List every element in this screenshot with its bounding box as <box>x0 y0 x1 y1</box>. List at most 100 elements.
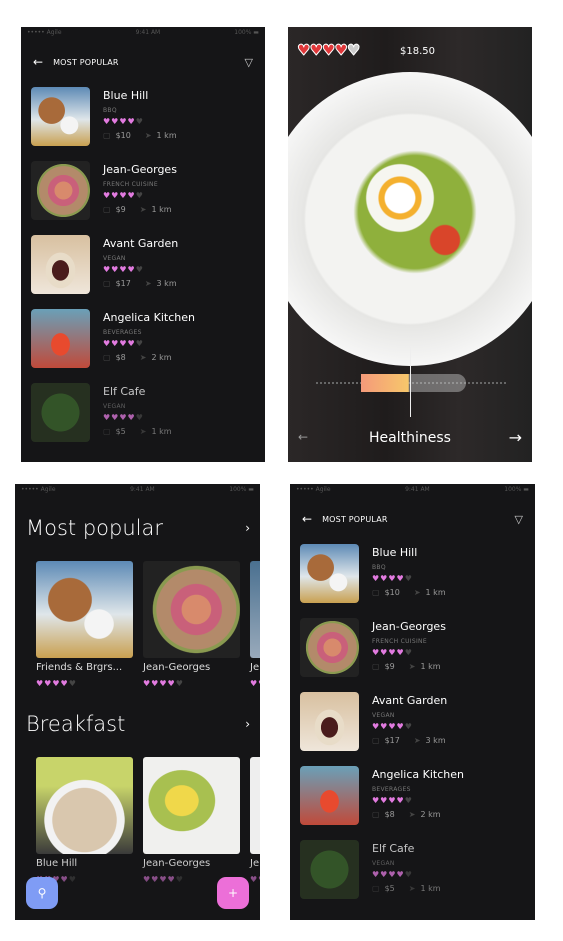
section-chevron-icon[interactable]: › <box>245 717 250 731</box>
rating-hearts: ♥♥♥♥♥ <box>103 339 144 348</box>
section-title: Most popular <box>26 516 163 540</box>
heart-filled-icon: ♥ <box>119 339 128 348</box>
status-bar: ••••• Agile 9:41 AM 100% ▬ <box>21 486 254 496</box>
heart-filled-icon: ♥ <box>250 679 259 688</box>
heart-filled-icon: ♥ <box>127 191 136 200</box>
section-chevron-icon[interactable]: › <box>245 521 250 535</box>
restaurant-thumbnail <box>300 766 359 825</box>
rating-hearts: ♥♥♥♥♥ <box>372 796 413 805</box>
clock: 9:41 AM <box>130 486 155 493</box>
list-item[interactable]: Elf Cafe VEGAN ♥♥♥♥♥ ▢ $5 ➤ 1 km <box>300 840 525 906</box>
heart-filled-icon: ♥ <box>119 413 128 422</box>
wallet-icon: ▢ <box>103 131 111 140</box>
rating-hearts: ♥♥♥♥♥ <box>143 679 184 688</box>
heart-filled-icon: ♥ <box>388 870 397 879</box>
wallet-icon: ▢ <box>103 427 111 436</box>
list-item[interactable]: Avant Garden VEGAN ♥♥♥♥♥ ▢ $17 ➤ 3 km <box>31 235 255 301</box>
heart-filled-icon: ♥ <box>143 679 152 688</box>
heart-filled-icon: ♥ <box>372 796 381 805</box>
wallet-icon: ▢ <box>103 205 111 214</box>
rating-hearts[interactable]: ♥♥♥♥♥ <box>296 41 360 60</box>
restaurant-name: Blue Hill <box>103 89 149 102</box>
price: ▢ $5 <box>372 884 395 893</box>
add-button[interactable]: + <box>217 877 249 909</box>
heart-filled-icon: ♥ <box>127 413 136 422</box>
distance: ➤ 2 km <box>408 810 441 819</box>
heart-empty-icon: ♥ <box>135 413 144 422</box>
price: ▢ $9 <box>103 205 126 214</box>
heart-empty-icon: ♥ <box>135 339 144 348</box>
meta-row: ▢ $17 ➤ 3 km <box>103 279 177 288</box>
heart-filled-icon: ♥ <box>119 191 128 200</box>
battery: 100% ▬ <box>504 486 529 493</box>
restaurant-thumbnail <box>31 309 90 368</box>
restaurant-category: BBQ <box>103 107 117 114</box>
heart-filled-icon: ♥ <box>396 796 405 805</box>
list-item[interactable]: Angelica Kitchen BEVERAGES ♥♥♥♥♥ ▢ $8 ➤ 2 km <box>31 309 255 375</box>
location-arrow-icon: ➤ <box>413 736 421 745</box>
page-title: MOST POPULAR <box>322 514 388 524</box>
slider-handle[interactable] <box>410 347 411 417</box>
restaurant-category: VEGAN <box>103 403 126 410</box>
heart-filled-icon: ♥ <box>159 679 168 688</box>
location-arrow-icon: ➤ <box>413 588 421 597</box>
heart-empty-icon: ♥ <box>135 265 144 274</box>
header: ← MOST POPULAR ▽ <box>302 511 523 527</box>
clock: 9:41 AM <box>405 486 430 493</box>
rating-hearts: ♥♥♥♥♥ <box>372 870 413 879</box>
list-item[interactable]: Elf Cafe VEGAN ♥♥♥♥♥ ▢ $5 ➤ 1 km <box>31 383 255 449</box>
restaurant-category: FRENCH CUISINE <box>103 181 158 188</box>
list-item[interactable]: Jean-Georges FRENCH CUISINE ♥♥♥♥♥ ▢ $9 ➤ 1 km <box>300 618 525 684</box>
heart-filled-icon: ♥ <box>396 574 405 583</box>
restaurant-category: BBQ <box>372 564 386 571</box>
distance: ➤ 2 km <box>139 353 172 362</box>
page-title: MOST POPULAR <box>53 57 119 67</box>
next-arrow-icon[interactable]: → <box>509 428 522 447</box>
heart-empty-icon: ♥ <box>404 870 413 879</box>
heart-empty-icon: ♥ <box>404 574 413 583</box>
list-item[interactable]: Jean-Georges FRENCH CUISINE ♥♥♥♥♥ ▢ $9 ➤ 1 km <box>31 161 255 227</box>
restaurant-category: VEGAN <box>372 860 395 867</box>
list-screen-2: ••••• Agile 9:41 AM 100% ▬ ← MOST POPULAR ▽ Bl… <box>290 484 535 920</box>
distance: ➤ 3 km <box>413 736 446 745</box>
heart-filled-icon: ♥ <box>372 870 381 879</box>
distance: ➤ 1 km <box>408 662 441 671</box>
location-arrow-icon: ➤ <box>408 810 416 819</box>
heart-filled-icon: ♥ <box>167 679 176 688</box>
search-button[interactable]: ⚲ <box>26 877 58 909</box>
back-arrow-icon[interactable]: ← <box>33 55 43 69</box>
heart-filled-icon: ♥ <box>119 265 128 274</box>
restaurant-name: Elf Cafe <box>372 842 415 855</box>
card-image <box>36 757 133 854</box>
card-image <box>143 757 240 854</box>
distance: ➤ 1 km <box>139 205 172 214</box>
list-item[interactable]: Angelica Kitchen BEVERAGES ♥♥♥♥♥ ▢ $8 ➤ 2 km <box>300 766 525 832</box>
heart-empty-icon: ♥ <box>135 191 144 200</box>
heart-filled-icon: ♥ <box>296 41 311 60</box>
food <box>340 142 490 282</box>
restaurant-name: Blue Hill <box>372 546 418 559</box>
heart-filled-icon: ♥ <box>388 574 397 583</box>
distance: ➤ 1 km <box>413 588 446 597</box>
list-item[interactable]: Avant Garden VEGAN ♥♥♥♥♥ ▢ $17 ➤ 3 km <box>300 692 525 758</box>
rating-hearts: ♥♥♥♥♥ <box>372 648 413 657</box>
rating-hearts: ♥♥♥♥♥ <box>103 413 144 422</box>
heart-filled-icon: ♥ <box>396 722 405 731</box>
card-image <box>143 561 240 658</box>
restaurant-category: BEVERAGES <box>103 329 142 336</box>
back-arrow-icon[interactable]: ← <box>302 512 312 526</box>
heart-filled-icon: ♥ <box>119 117 128 126</box>
wallet-icon: ▢ <box>372 884 380 893</box>
list-item[interactable]: Blue Hill BBQ ♥♥♥♥♥ ▢ $10 ➤ 1 km <box>300 544 525 610</box>
restaurant-name: Avant Garden <box>372 694 448 707</box>
list-item[interactable]: Blue Hill BBQ ♥♥♥♥♥ ▢ $10 ➤ 1 km <box>31 87 255 153</box>
heart-filled-icon: ♥ <box>103 413 112 422</box>
filter-funnel-icon[interactable]: ▽ <box>245 56 253 69</box>
price: ▢ $17 <box>372 736 400 745</box>
filter-funnel-icon[interactable]: ▽ <box>515 513 523 526</box>
healthiness-slider[interactable] <box>316 347 506 417</box>
heart-filled-icon: ♥ <box>388 796 397 805</box>
plus-icon: + <box>227 886 239 900</box>
rating-hearts: ♥♥♥♥♥ <box>36 679 77 688</box>
heart-filled-icon: ♥ <box>52 679 61 688</box>
